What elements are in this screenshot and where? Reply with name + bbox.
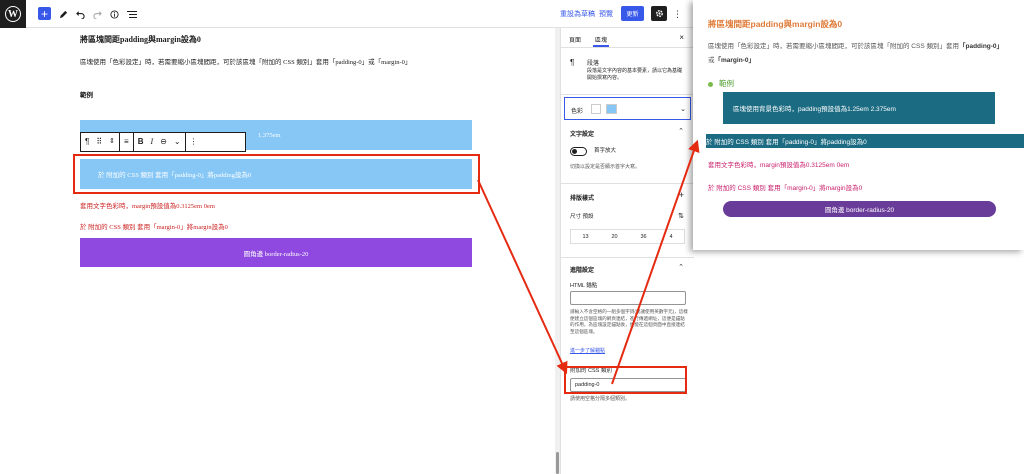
font-size-label: 尺寸 預設 [570,214,594,220]
wordpress-logo-icon[interactable]: W [0,0,26,28]
text-settings-title[interactable]: 文字設定 [570,129,594,138]
preview-heading: 將區塊間距padding與margin設為0 [708,19,843,29]
typography-section: 排版樣式 + 尺寸 預設 ⇅ [561,184,694,258]
redo-icon[interactable] [93,7,102,21]
font-size-option[interactable]: 4 [669,234,672,240]
preview-teal-full-text: 於 附加的 CSS 類別 套用「padding-0」將padding設為0 [706,139,867,146]
advanced-title[interactable]: 進階設定 [570,265,594,274]
add-block-button[interactable]: + [38,7,51,20]
color-label: 色彩 [571,109,584,115]
list-view-icon[interactable] [127,7,137,21]
paragraph-icon: ¶ [570,58,575,67]
preview-intro-margin: 「margin-0」 [714,57,755,64]
typography-title[interactable]: 排版樣式 [570,193,594,202]
block-text: 1.375em [258,132,281,139]
post-heading[interactable]: 將區塊間距padding與margin設為0 [80,34,201,45]
text-color-swatch [591,104,601,114]
css-class-help: 請使用空格分隔多個類別。 [570,396,631,402]
options-group: ⋮ [186,133,202,151]
preview-teal-text: 區塊使用背景色彩時，padding預設值為1.25em 2.375em [733,106,896,113]
frontend-preview-panel: 將區塊間距padding與margin設為0 區塊使用「色彩設定」時，若需要縮小… [693,0,1024,250]
editor-top-toolbar: W + 重設為草稿 預覽 更新 ⋮ [0,0,693,28]
close-icon[interactable]: × [679,33,684,42]
settings-sidebar: 頁面 區塊 × ¶ 段落 段落是文字內容的基本要素，請以它為基礎開始撰寫內容。 … [560,28,694,474]
background-color-swatch [606,104,617,114]
preview-purple-block: 圓角邊 border-radius-20 [723,201,996,217]
preview-purple-text: 圓角邊 border-radius-20 [824,207,895,214]
preview-example-label: 範例 [708,78,734,89]
pencil-tools-icon[interactable] [59,7,68,21]
custom-size-icon[interactable]: ⇅ [678,212,684,220]
preview-intro-text: 區塊使用「色彩設定」時，若需要縮小區塊間距，可於該區塊「附加的 CSS 類別」套… [708,43,959,50]
html-anchor-input[interactable] [570,291,686,305]
drop-cap-help: 切換以設定是否顯示首字大寫。 [570,164,641,170]
annotation-css-class-box [564,366,687,394]
block-type-group: ¶ ⠿ ⇕ [81,133,121,151]
settings-gear-icon[interactable] [651,6,667,21]
preview-intro-padding: 「padding-0」 [958,43,1004,50]
update-button[interactable]: 更新 [621,6,644,21]
font-size-option[interactable]: 13 [582,234,588,240]
drop-cap-toggle[interactable] [570,147,587,156]
preview-intro: 區塊使用「色彩設定」時，若需要縮小區塊間距，可於該區塊「附加的 CSS 類別」套… [708,40,1008,68]
preview-teal-padding-0: 於 附加的 CSS 類別 套用「padding-0」將padding設為0 [706,134,1024,148]
html-anchor-label: HTML 錨點 [570,283,598,289]
paragraph-icon[interactable]: ¶ [85,138,89,146]
preview-red-text-2: 於 附加的 CSS 類別 套用「margin-0」將margin設為0 [708,185,863,192]
canvas-scrollbar-thumb[interactable] [556,452,559,474]
font-size-option[interactable]: 20 [611,234,617,240]
drop-cap-label: 首字放大 [594,148,617,154]
block-card-title: 段落 [587,61,600,67]
link-icon[interactable]: ⊖ [160,138,167,146]
align-text-icon[interactable]: ≡ [124,138,129,146]
preview-teal-block: 區塊使用背景色彩時，padding預設值為1.25em 2.375em [723,92,995,124]
align-group: ≡ [120,133,134,151]
chevron-up-icon[interactable]: ⌃ [678,127,684,135]
bold-icon[interactable]: B [138,138,144,146]
block-card: ¶ 段落 段落是文字內容的基本要素，請以它為基礎開始撰寫內容。 [561,48,694,95]
more-options-icon[interactable]: ⋮ [673,7,682,21]
anchor-learn-more-link[interactable]: 進一步了解錨點 [570,348,605,355]
preview-button[interactable]: 預覽 [599,7,613,21]
annotation-highlight-box [73,154,480,194]
sidebar-tabs: 頁面 區塊 × [561,28,694,48]
switch-to-draft-button[interactable]: 重設為草稿 [560,7,595,21]
italic-icon[interactable]: I [150,138,153,146]
plus-icon[interactable]: + [679,190,684,200]
purple-block-text: 圓角邊 border-radius-20 [243,250,309,258]
example-label[interactable]: 範例 [80,89,93,99]
drag-handle-icon[interactable]: ⠿ [96,138,102,146]
block-card-description: 段落是文字內容的基本要素，請以它為基礎開始撰寫內容。 [587,68,683,81]
red-text-margin-0[interactable]: 於 附加的 CSS 類別 套用「margin-0」將margin設為0 [80,221,228,231]
format-group: B I ⊖ ⌄ [134,133,186,151]
font-size-picker: 13 20 36 4 [570,229,685,244]
block-toolbar: ¶ ⠿ ⇕ ≡ B I ⊖ ⌄ ⋮ [80,132,246,152]
undo-icon[interactable] [76,7,85,21]
font-size-option[interactable]: 36 [640,234,646,240]
chevron-down-icon[interactable]: ⌄ [174,138,181,146]
intro-paragraph[interactable]: 區塊使用「色彩設定」時，若需要縮小區塊間距，可於該區塊「附加的 CSS 類別」套… [80,56,411,66]
purple-rounded-block[interactable]: 圓角邊 border-radius-20 [80,238,472,267]
text-settings-section: 文字設定 ⌃ 首字放大 切換以設定是否顯示首字大寫。 [561,122,694,184]
block-options-icon[interactable]: ⋮ [190,138,198,146]
preview-red-text-1: 套用文字色彩時，margin預設值為0.3125em 0em [708,162,850,169]
chevron-down-icon: ⌄ [680,106,686,113]
html-anchor-help: 請輸入不含空格的一組多個字詞(建議使用英數字元)，這樣便建立這個區塊的網頁連結，… [570,309,688,334]
tab-page[interactable]: 頁面 [569,35,581,44]
move-up-down-icon[interactable]: ⇕ [109,138,115,146]
tab-block[interactable]: 區塊 [592,35,610,47]
color-panel[interactable]: 色彩 ⌄ [564,97,691,120]
chevron-up-icon[interactable]: ⌃ [678,263,684,271]
editor-canvas: 將區塊間距padding與margin設為0 區塊使用「色彩設定」時，若需要縮小… [0,28,555,474]
details-info-icon[interactable] [110,7,119,21]
red-text-margin-default[interactable]: 套用文字色彩時，margin預設值為0.3125em 0em [80,200,215,210]
